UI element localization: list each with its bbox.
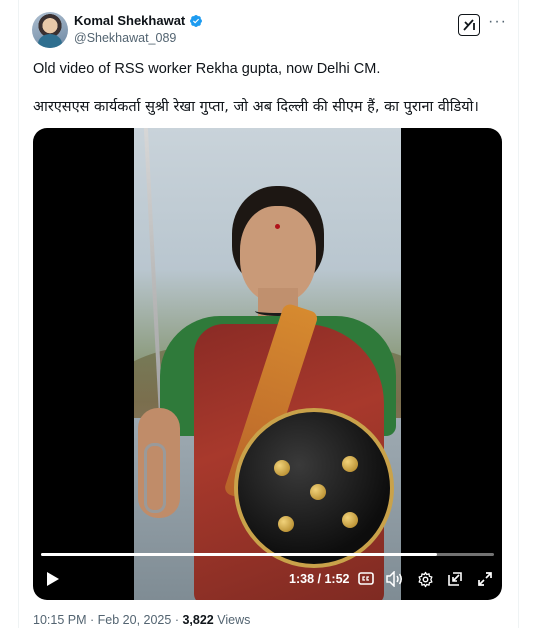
time-total: 1:52 (324, 572, 350, 586)
grok-icon[interactable] (458, 14, 480, 36)
meta-separator: · (90, 613, 95, 627)
avatar[interactable] (32, 12, 68, 48)
settings-icon[interactable] (415, 569, 435, 589)
time-current: 1:38 (289, 572, 315, 586)
post-time[interactable]: 10:15 PM (33, 613, 87, 627)
more-dots-icon[interactable]: ··· (488, 14, 507, 30)
verified-badge-icon (190, 14, 203, 27)
post-date[interactable]: Feb 20, 2025 (98, 613, 172, 627)
grok-glyph-icon (463, 19, 475, 31)
shield-image (234, 408, 394, 568)
video-player[interactable]: 1:38 / 1:52 (33, 128, 502, 600)
post-card: Komal Shekhawat @Shekhawat_089 ··· Old v… (0, 0, 537, 628)
views-label: Views (217, 613, 251, 627)
volume-icon[interactable] (385, 569, 405, 589)
meta-separator-2: · (174, 613, 179, 627)
time-separator: / (317, 572, 321, 586)
captions-icon[interactable] (357, 569, 375, 587)
progress-bar[interactable] (41, 553, 494, 556)
pip-icon[interactable] (445, 569, 465, 589)
author-row: Komal Shekhawat (74, 13, 203, 28)
post-meta: 10:15 PM · Feb 20, 2025 · 3,822 Views (33, 613, 250, 627)
views-count: 3,822 (182, 613, 214, 627)
progress-fill (41, 553, 438, 556)
author-handle[interactable]: @Shekhawat_089 (74, 31, 176, 45)
video-frame (134, 128, 401, 600)
time-display: 1:38 / 1:52 (289, 572, 350, 586)
post-text-english: Old video of RSS worker Rekha gupta, now… (33, 61, 381, 77)
post-text-hindi: आरएसएस कार्यकर्ता सुश्री रेखा गुप्ता, जो… (33, 99, 479, 115)
play-icon[interactable] (43, 569, 63, 589)
fullscreen-icon[interactable] (475, 569, 495, 589)
author-name[interactable]: Komal Shekhawat (74, 13, 185, 28)
